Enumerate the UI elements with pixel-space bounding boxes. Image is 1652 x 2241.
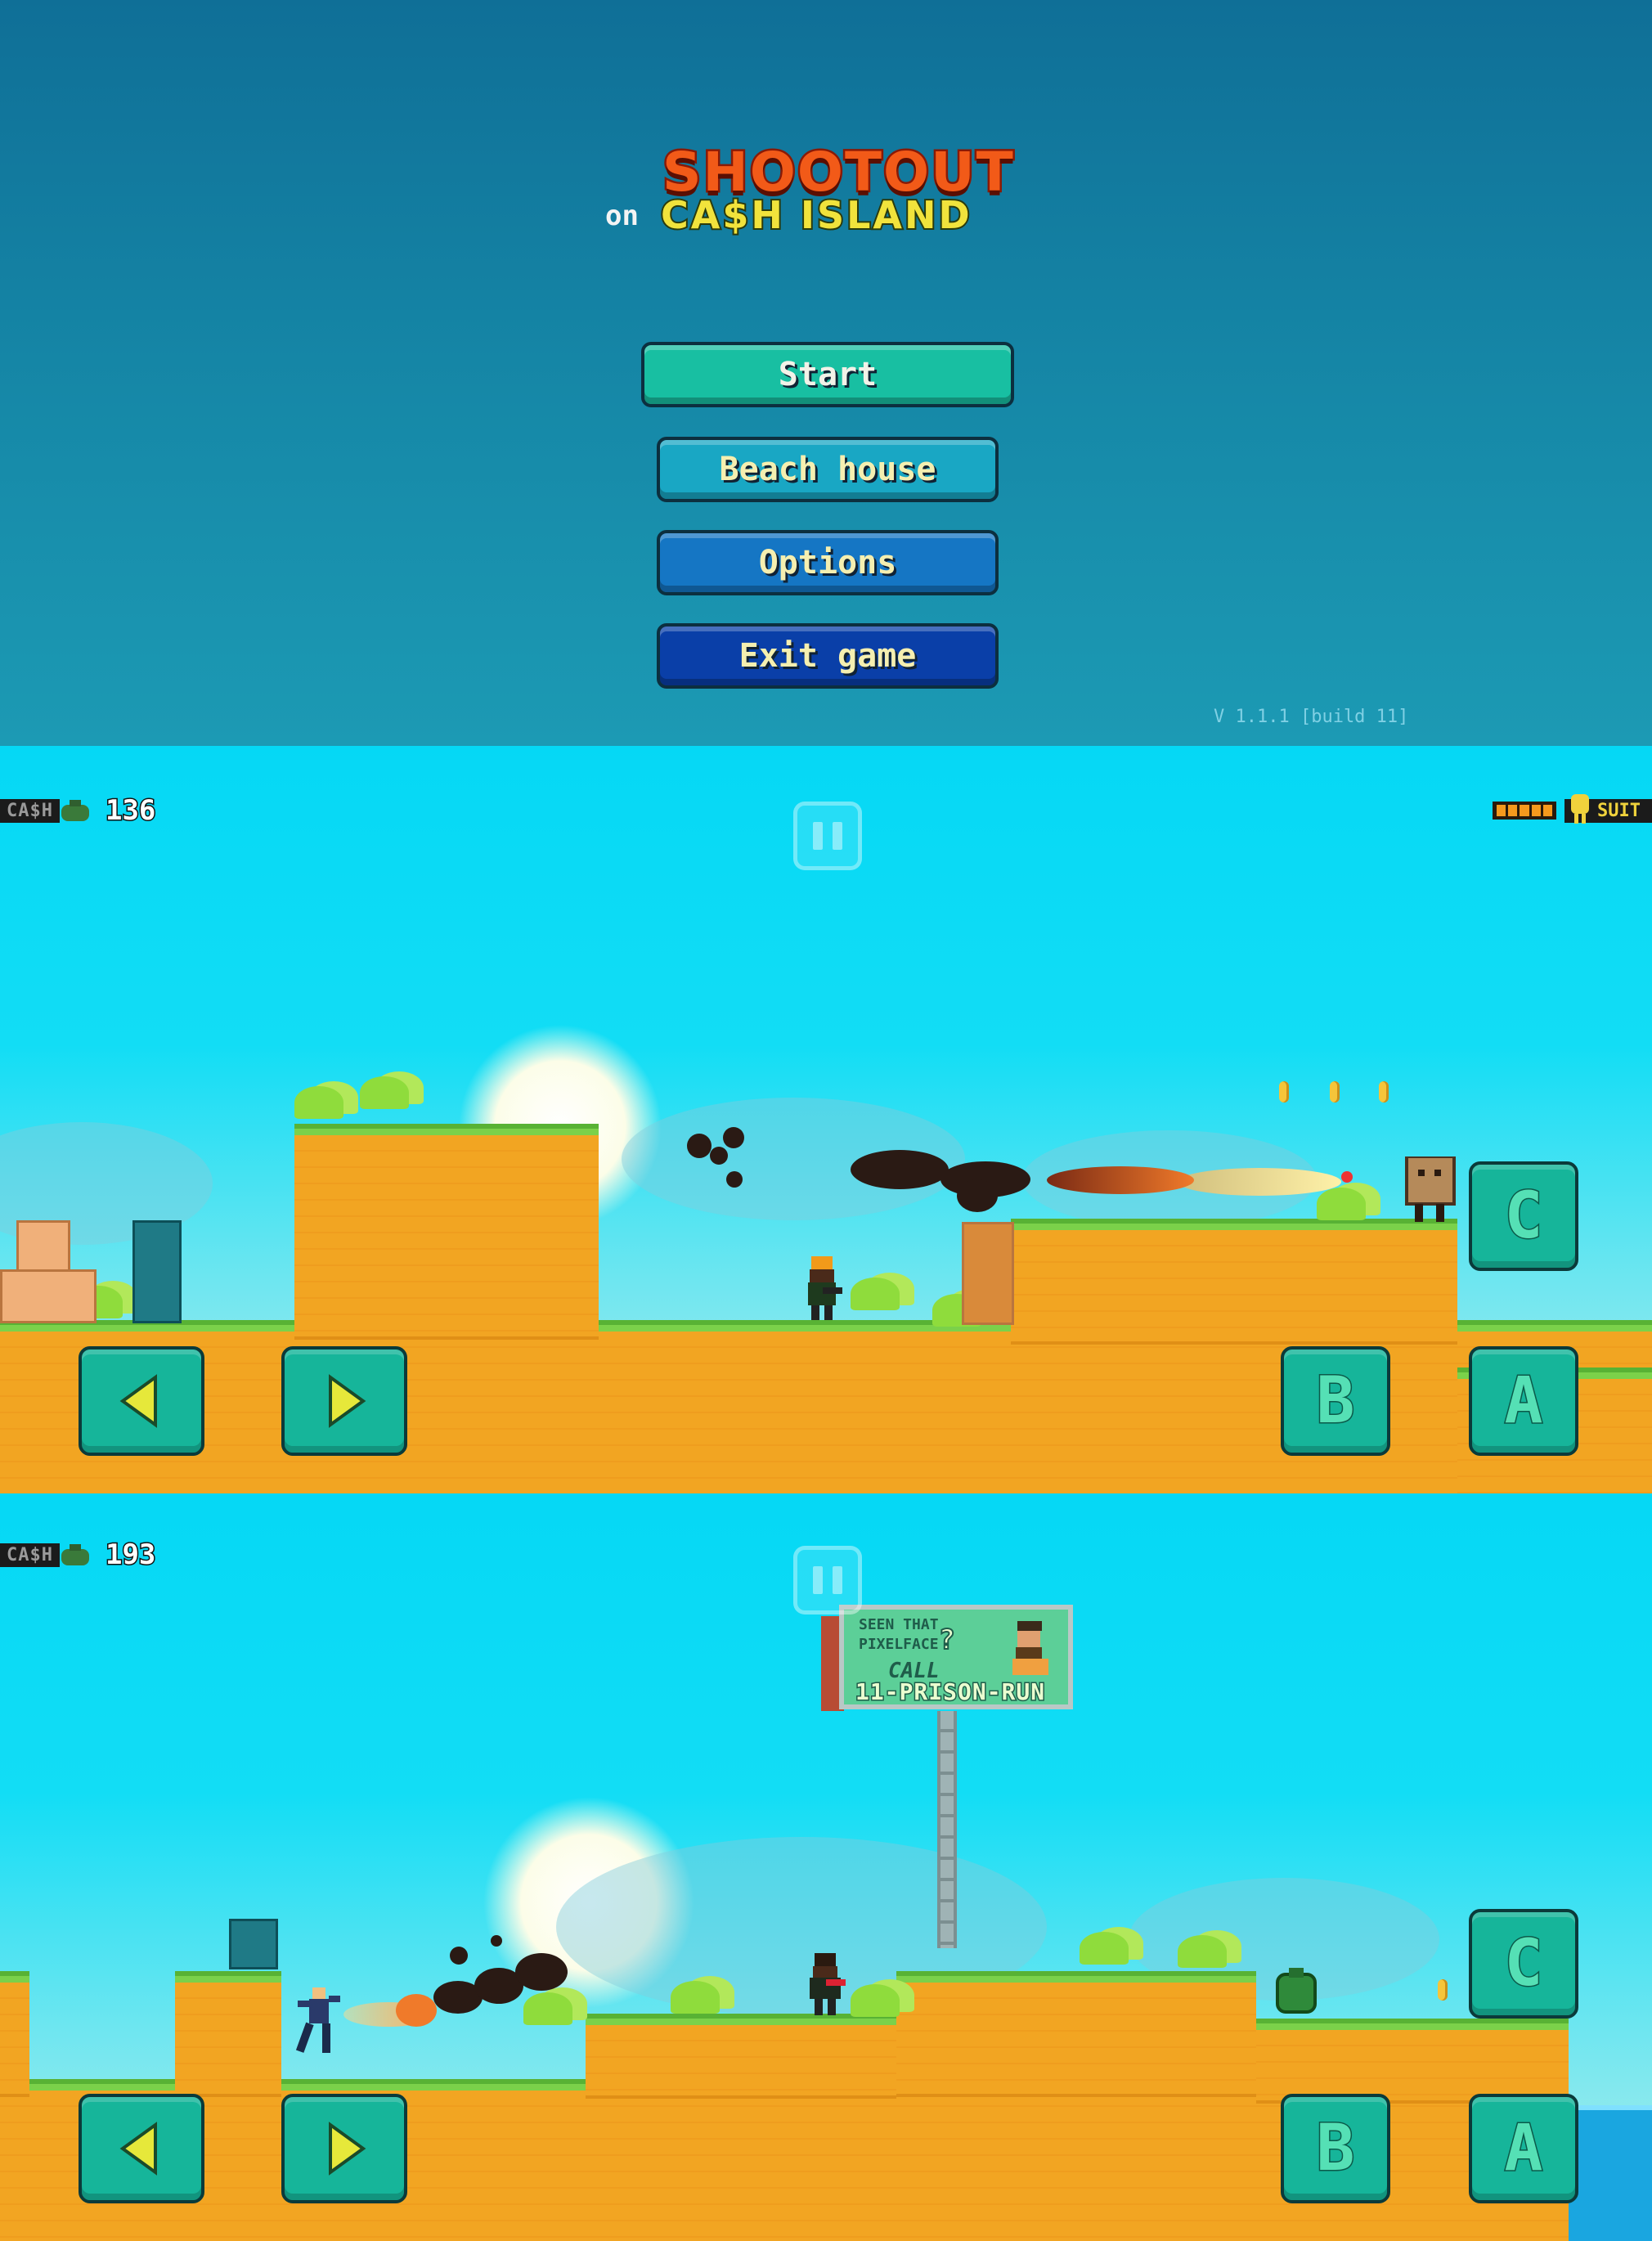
exit-game-button[interactable]: Exit game: [657, 623, 999, 689]
rocket-tip: [1341, 1171, 1353, 1183]
pause-button[interactable]: [793, 1546, 862, 1615]
palm-plant: [1178, 1935, 1227, 1968]
billboard-question: SEEN THAT PIXELFACE?: [859, 1616, 956, 1656]
high-ledge: [896, 1971, 1256, 2097]
game-title-cash-island: CA$H ISLAND: [659, 191, 972, 239]
wooden-door: [962, 1222, 1014, 1325]
main-menu-screen: SHOOTOUT on CA$H ISLAND Start Beach hous…: [0, 0, 1652, 746]
billboard-number: 11-PRISON-RUN: [854, 1677, 1046, 1707]
ground-base: [0, 1320, 1652, 1493]
smoke-puff: [515, 1953, 568, 1991]
suit-label: SUIT: [1564, 793, 1652, 824]
left-arrow-icon: [119, 2122, 157, 2176]
options-button[interactable]: Options: [657, 530, 999, 595]
pause-icon: [813, 822, 823, 850]
smoke-puff: [851, 1150, 949, 1189]
smoke-puff: [726, 1171, 743, 1188]
explosion-flame: [396, 1994, 437, 2027]
money-bag-icon: [61, 1544, 89, 1565]
rocket-flame: [1178, 1168, 1341, 1196]
palm-plant: [851, 1984, 900, 2017]
coin: [1330, 1081, 1340, 1103]
billboard-pole: [937, 1711, 957, 1948]
pause-icon: [813, 1566, 823, 1594]
left-column: [0, 1971, 29, 2097]
gameplay-screen-1: CA$H 136 SUIT B A C: [0, 746, 1652, 1493]
right-ledge: [1256, 2019, 1569, 2104]
cash-label: CA$H: [0, 798, 60, 823]
money-bag: [1276, 1968, 1317, 2014]
palm-plant: [1080, 1932, 1129, 1965]
column-platform: [175, 1971, 281, 2097]
cash-value: 193: [104, 1538, 156, 1573]
move-left-button[interactable]: [79, 1346, 204, 1456]
suit-status: SUIT: [1493, 793, 1652, 824]
start-button[interactable]: Start: [641, 342, 1014, 407]
pause-icon: [833, 1566, 842, 1594]
left-arrow-icon: [119, 1374, 157, 1428]
crate: [16, 1220, 70, 1274]
cash-value: 136: [104, 793, 156, 829]
palm-plant: [851, 1278, 900, 1310]
cash-counter: CA$H 136: [0, 793, 157, 829]
move-right-button[interactable]: [281, 1346, 407, 1456]
cash-counter: CA$H 193: [0, 1538, 157, 1573]
smoke-puff: [957, 1179, 998, 1212]
money-bag-icon: [61, 800, 89, 821]
gameplay-screen-2: SEEN THAT PIXELFACE? CALL 11-PRISON-RUN: [0, 1493, 1652, 2241]
smoke-puff: [491, 1935, 502, 1947]
teal-block: [229, 1919, 278, 1969]
b-button[interactable]: B: [1281, 2094, 1390, 2203]
palm-plant: [294, 1086, 343, 1119]
beach-house-button[interactable]: Beach house: [657, 437, 999, 502]
cash-label: CA$H: [0, 1543, 60, 1567]
right-ledge: [1011, 1219, 1457, 1345]
smoke-puff: [687, 1134, 712, 1158]
ragdoll-enemy: [295, 1987, 340, 2053]
palm-plant: [1317, 1188, 1366, 1220]
move-left-button[interactable]: [79, 2094, 204, 2203]
palm-plant: [523, 1992, 572, 2025]
player-character: [810, 1953, 846, 2015]
smoke-puff: [723, 1127, 744, 1148]
a-button[interactable]: A: [1469, 2094, 1578, 2203]
game-title-on: on: [605, 200, 639, 232]
teal-pillar: [132, 1220, 182, 1323]
billboard: SEEN THAT PIXELFACE? CALL 11-PRISON-RUN: [839, 1605, 1073, 1709]
c-button[interactable]: C: [1469, 1161, 1578, 1271]
crate: [0, 1269, 97, 1323]
water: [1569, 2105, 1652, 2241]
palm-plant: [360, 1076, 409, 1109]
health-bar: [1493, 802, 1557, 820]
coin: [1279, 1081, 1289, 1103]
a-button[interactable]: A: [1469, 1346, 1578, 1456]
paper-bag-enemy: [1405, 1156, 1456, 1222]
smoke-puff: [710, 1147, 728, 1165]
coin: [1438, 1979, 1448, 2001]
rocket-flame: [1047, 1166, 1194, 1194]
pixelface-portrait-icon: [1012, 1621, 1048, 1675]
version-label: V 1.1.1 [build 11]: [1214, 707, 1409, 727]
palm-plant: [671, 1981, 720, 2014]
middle-ledge: [586, 2014, 896, 2099]
right-arrow-icon: [329, 2122, 366, 2176]
pause-button[interactable]: [793, 802, 862, 870]
suit-icon: [1571, 793, 1590, 824]
pause-icon: [833, 822, 842, 850]
move-right-button[interactable]: [281, 2094, 407, 2203]
smoke-puff: [450, 1947, 468, 1965]
coin: [1379, 1081, 1389, 1103]
c-button[interactable]: C: [1469, 1909, 1578, 2019]
b-button[interactable]: B: [1281, 1346, 1390, 1456]
player-character: [808, 1256, 842, 1320]
raised-platform: [294, 1124, 599, 1340]
right-arrow-icon: [329, 1374, 366, 1428]
